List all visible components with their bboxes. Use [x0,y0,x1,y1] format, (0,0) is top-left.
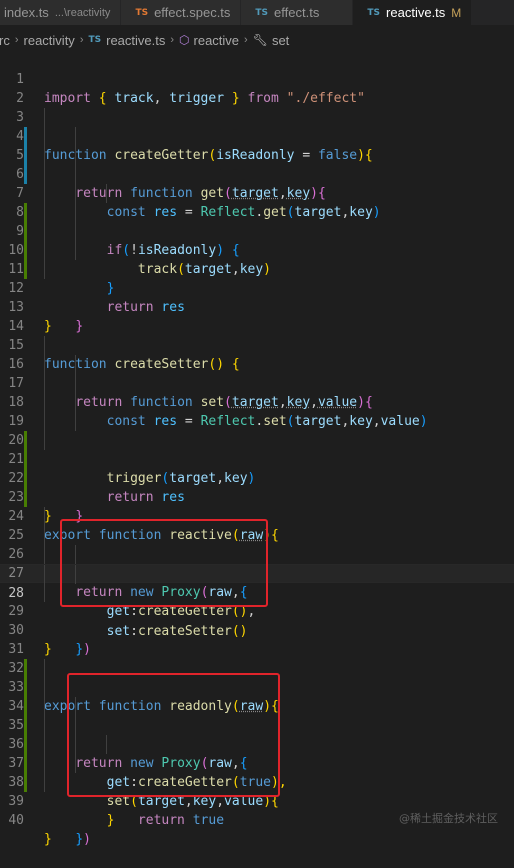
code-line: 8 track(target,key) [0,184,514,277]
code-line: 15 function createSetter() { [0,317,514,372]
code-line: 2 [0,70,514,106]
code-line: 7 if(!isReadonly) { [0,165,514,258]
chevron-right-icon: › [170,34,175,46]
breadcrumb: rc › reactivity › TS reactive.ts › ⬡ rea… [0,29,514,51]
breadcrumb-root[interactable]: rc [0,33,10,48]
chevron-right-icon: › [244,34,248,46]
code-line: 22 } [0,450,514,524]
code-line: 14 [0,298,514,334]
code-line: 4 return function get(target,key){ [0,108,514,201]
tab-reactive-ts[interactable]: TS reactive.ts M [353,0,473,25]
code-line: 11 return res [0,241,514,315]
modified-indicator: M [451,5,462,20]
code-text: } [106,813,115,828]
breadcrumb-file[interactable]: reactive.ts [106,33,165,48]
code-line: 1 import { track, trigger } from "./effe… [0,51,514,106]
breadcrumb-symbol-reactive[interactable]: reactive [194,33,240,48]
tab-path-hint: ...\reactivity [54,6,111,19]
watermark: @稀土掘金技术社区 [399,812,498,825]
code-line: 9 } [0,203,514,296]
code-line: 10 [0,222,514,279]
code-line: 16 return function set(target,key,value)… [0,336,514,410]
code-line: 32 export function readonly(raw){ [0,640,514,714]
line-number: 40 [8,813,24,828]
editor-tab-bar: index.ts ...\reactivity TS effect.spec.t… [0,0,514,25]
breadcrumb-folder[interactable]: reactivity [24,33,75,48]
code-line: 24 export function reactive(raw){ [0,488,514,543]
typescript-file-icon: TS [255,7,269,18]
chevron-right-icon: › [14,34,19,46]
tab-label: effect.spec.ts [154,5,231,20]
breadcrumb-symbol-set[interactable]: set [272,33,289,48]
typescript-file-icon: TS [367,7,381,18]
tab-label: effect.ts [274,5,320,20]
tab-effect-spec-ts[interactable]: TS effect.spec.ts [121,0,242,25]
code-line: 3 function createGetter(isReadonly = fal… [0,89,514,163]
function-symbol-icon: ⬡ [179,33,190,47]
code-line: 19 trigger(target,key) [0,393,514,486]
code-line: 20 return res [0,412,514,505]
chevron-right-icon: › [79,34,84,46]
typescript-file-icon: TS [88,35,102,45]
code-text: } [44,832,52,847]
highlight-box-readonly-proxy [67,673,280,797]
code-line: 18 [0,374,514,410]
code-line: 23 [0,469,514,505]
code-line: 6 [0,146,514,182]
code-line: 13 } [0,279,514,334]
code-line: 5 const res = Reflect.get(target,key) [0,127,514,220]
code-line: 21 } [0,431,514,524]
typescript-file-icon: TS [135,7,149,18]
wrench-icon: 🔧︎ [252,33,268,47]
tab-effect-ts[interactable]: TS effect.ts [241,0,354,25]
code-line: 31 [0,621,514,678]
highlight-box-reactive-proxy [60,519,268,607]
tab-index-ts[interactable]: index.ts ...\reactivity [0,0,122,25]
tab-label: reactive.ts [386,5,446,20]
code-line: 12 } [0,260,514,334]
tab-label: index.ts [4,5,49,20]
code-line: 17 const res = Reflect.set(target,key,va… [0,355,514,429]
